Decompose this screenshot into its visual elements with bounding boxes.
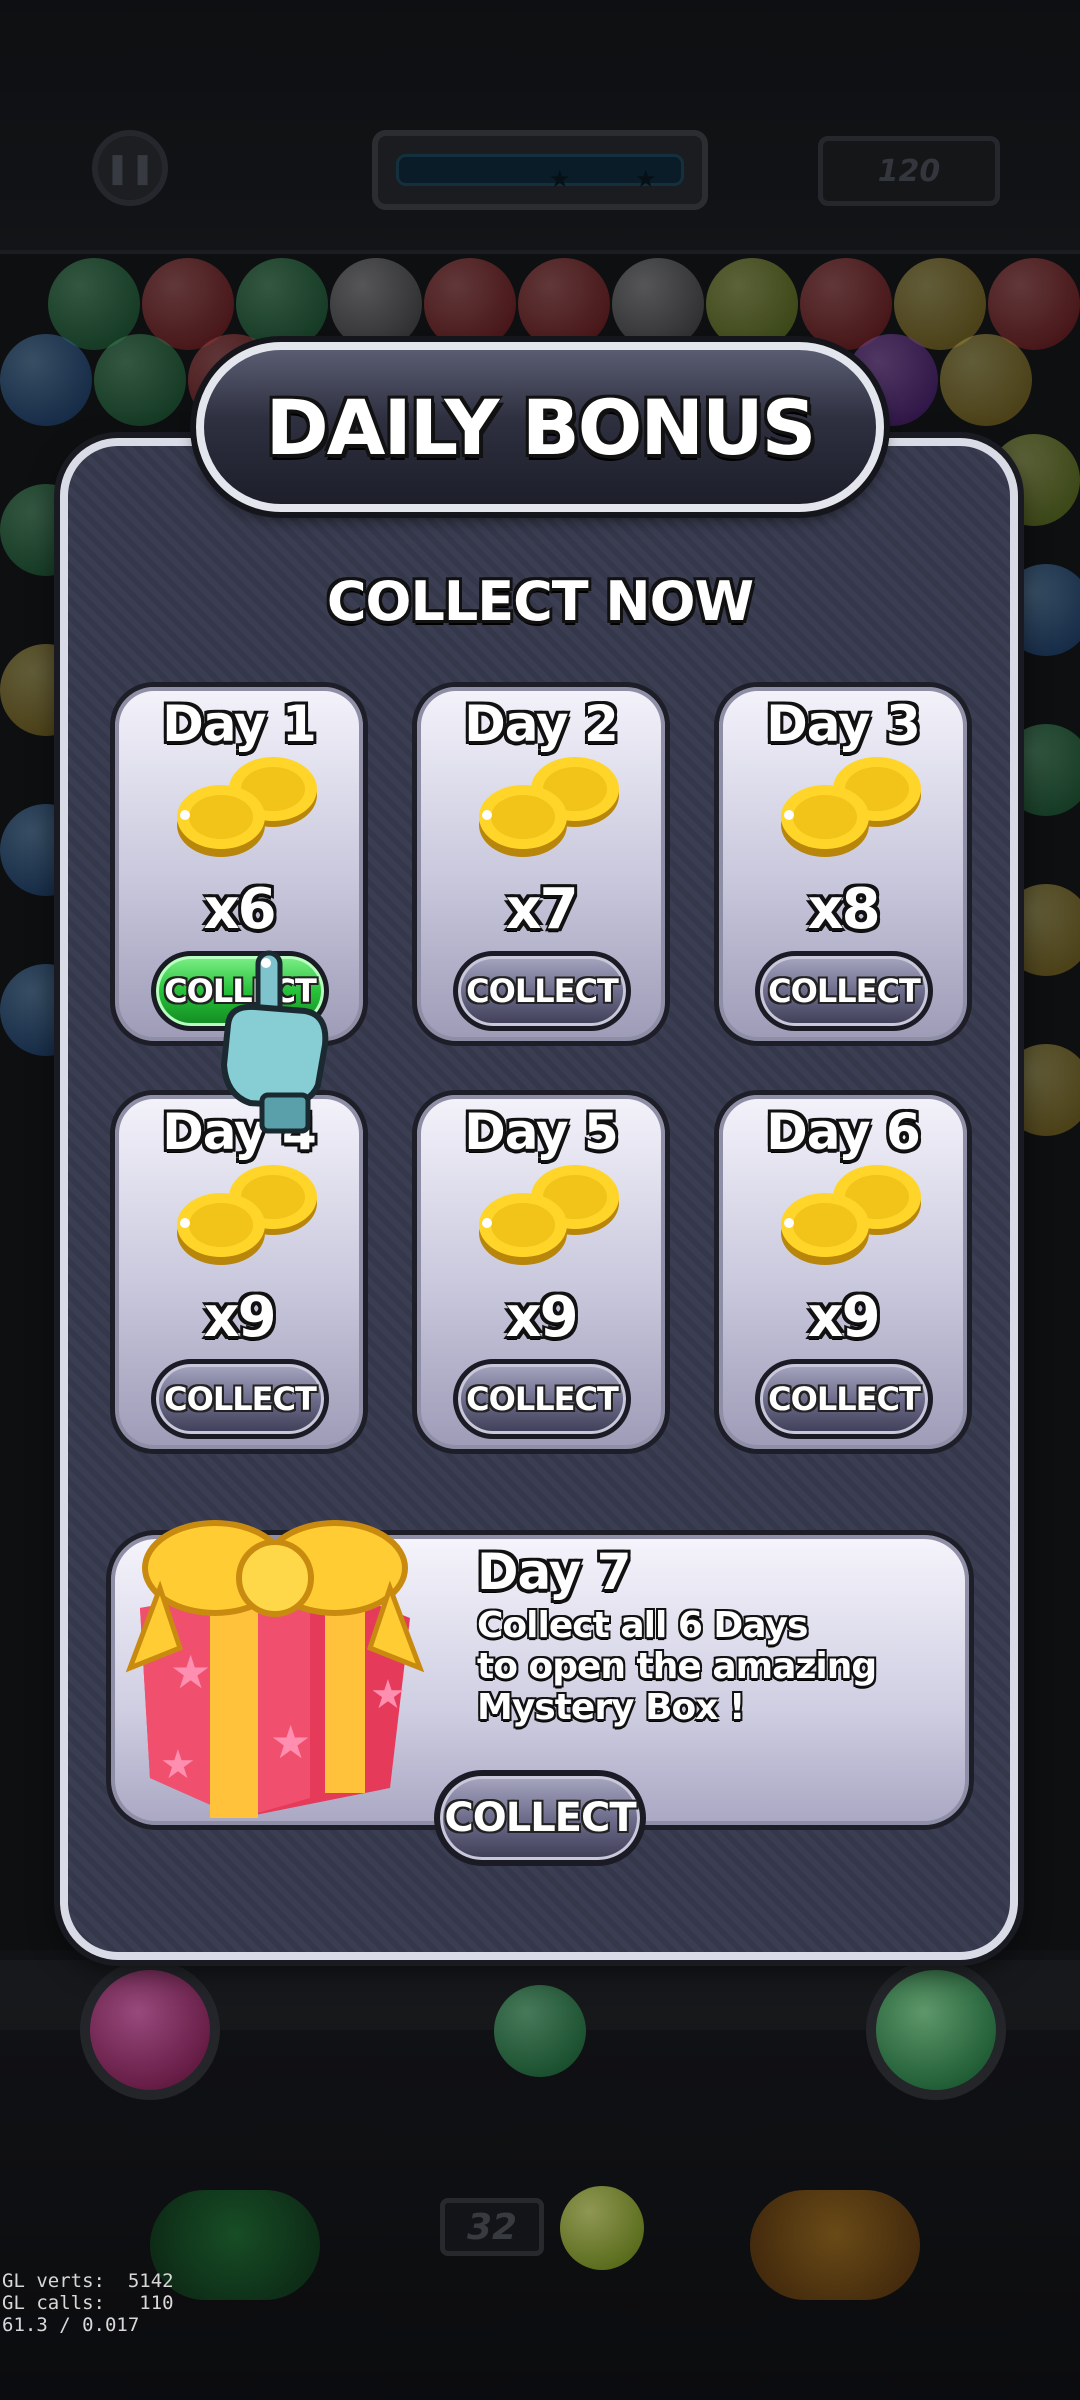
day7-description: Collect all 6 Days to open the amazing M… <box>477 1605 897 1728</box>
day-label: Day 1 <box>162 695 317 753</box>
day-card-4: Day 4 x9 COLLECT <box>110 1090 368 1454</box>
day7-description-line: Collect all 6 Days <box>477 1605 808 1646</box>
day-label: Day 3 <box>766 695 921 753</box>
coins-icon <box>479 757 619 857</box>
day-card-6: Day 6 x9 COLLECT <box>714 1090 972 1454</box>
reward-amount: x7 <box>505 877 578 942</box>
coins-icon <box>177 1165 317 1265</box>
debug-stats: GL verts: 5142 GL calls: 110 61.3 / 0.01… <box>2 2270 174 2336</box>
svg-text:★: ★ <box>270 1715 311 1769</box>
mystery-box-icon: ★ ★ ★ ★ <box>125 1520 425 1818</box>
reward-amount: x6 <box>203 877 276 942</box>
dialog-title: DAILY BONUS <box>265 382 817 472</box>
day7-description-line: to open the amazing <box>477 1646 877 1687</box>
svg-text:★: ★ <box>170 1645 211 1699</box>
tutorial-pointer-hand-icon <box>220 950 329 1134</box>
title-banner: DAILY BONUS <box>196 342 884 512</box>
collect-button-day-4[interactable]: COLLECT <box>151 1359 329 1439</box>
coins-icon <box>479 1165 619 1265</box>
svg-text:★: ★ <box>370 1672 406 1718</box>
day7-label: Day 7 <box>477 1543 631 1601</box>
debug-line: GL verts: 5142 <box>2 2270 174 2292</box>
svg-text:★: ★ <box>160 1742 196 1788</box>
collect-button-day-6[interactable]: COLLECT <box>755 1359 933 1439</box>
day-label: Day 2 <box>464 695 619 753</box>
debug-line: 61.3 / 0.017 <box>2 2314 140 2336</box>
collect-button-day-2[interactable]: COLLECT <box>453 951 631 1031</box>
debug-line: GL calls: 110 <box>2 2292 174 2314</box>
dialog-subtitle: COLLECT NOW <box>326 570 754 633</box>
reward-amount: x9 <box>505 1285 578 1350</box>
coins-icon <box>177 757 317 857</box>
reward-amount: x8 <box>807 877 880 942</box>
collect-button-day-7[interactable]: COLLECT <box>434 1770 646 1866</box>
day-card-3: Day 3 x8 COLLECT <box>714 682 972 1046</box>
coins-icon <box>781 757 921 857</box>
day-card-5: Day 5 x9 COLLECT <box>412 1090 670 1454</box>
day-label: Day 6 <box>766 1103 921 1161</box>
collect-button-day-5[interactable]: COLLECT <box>453 1359 631 1439</box>
day-label: Day 5 <box>464 1103 619 1161</box>
day-card-2: Day 2 x7 COLLECT <box>412 682 670 1046</box>
reward-amount: x9 <box>203 1285 276 1350</box>
reward-amount: x9 <box>807 1285 880 1350</box>
collect-button-day-3[interactable]: COLLECT <box>755 951 933 1031</box>
day7-description-line: Mystery Box ! <box>477 1687 745 1728</box>
coins-icon <box>781 1165 921 1265</box>
